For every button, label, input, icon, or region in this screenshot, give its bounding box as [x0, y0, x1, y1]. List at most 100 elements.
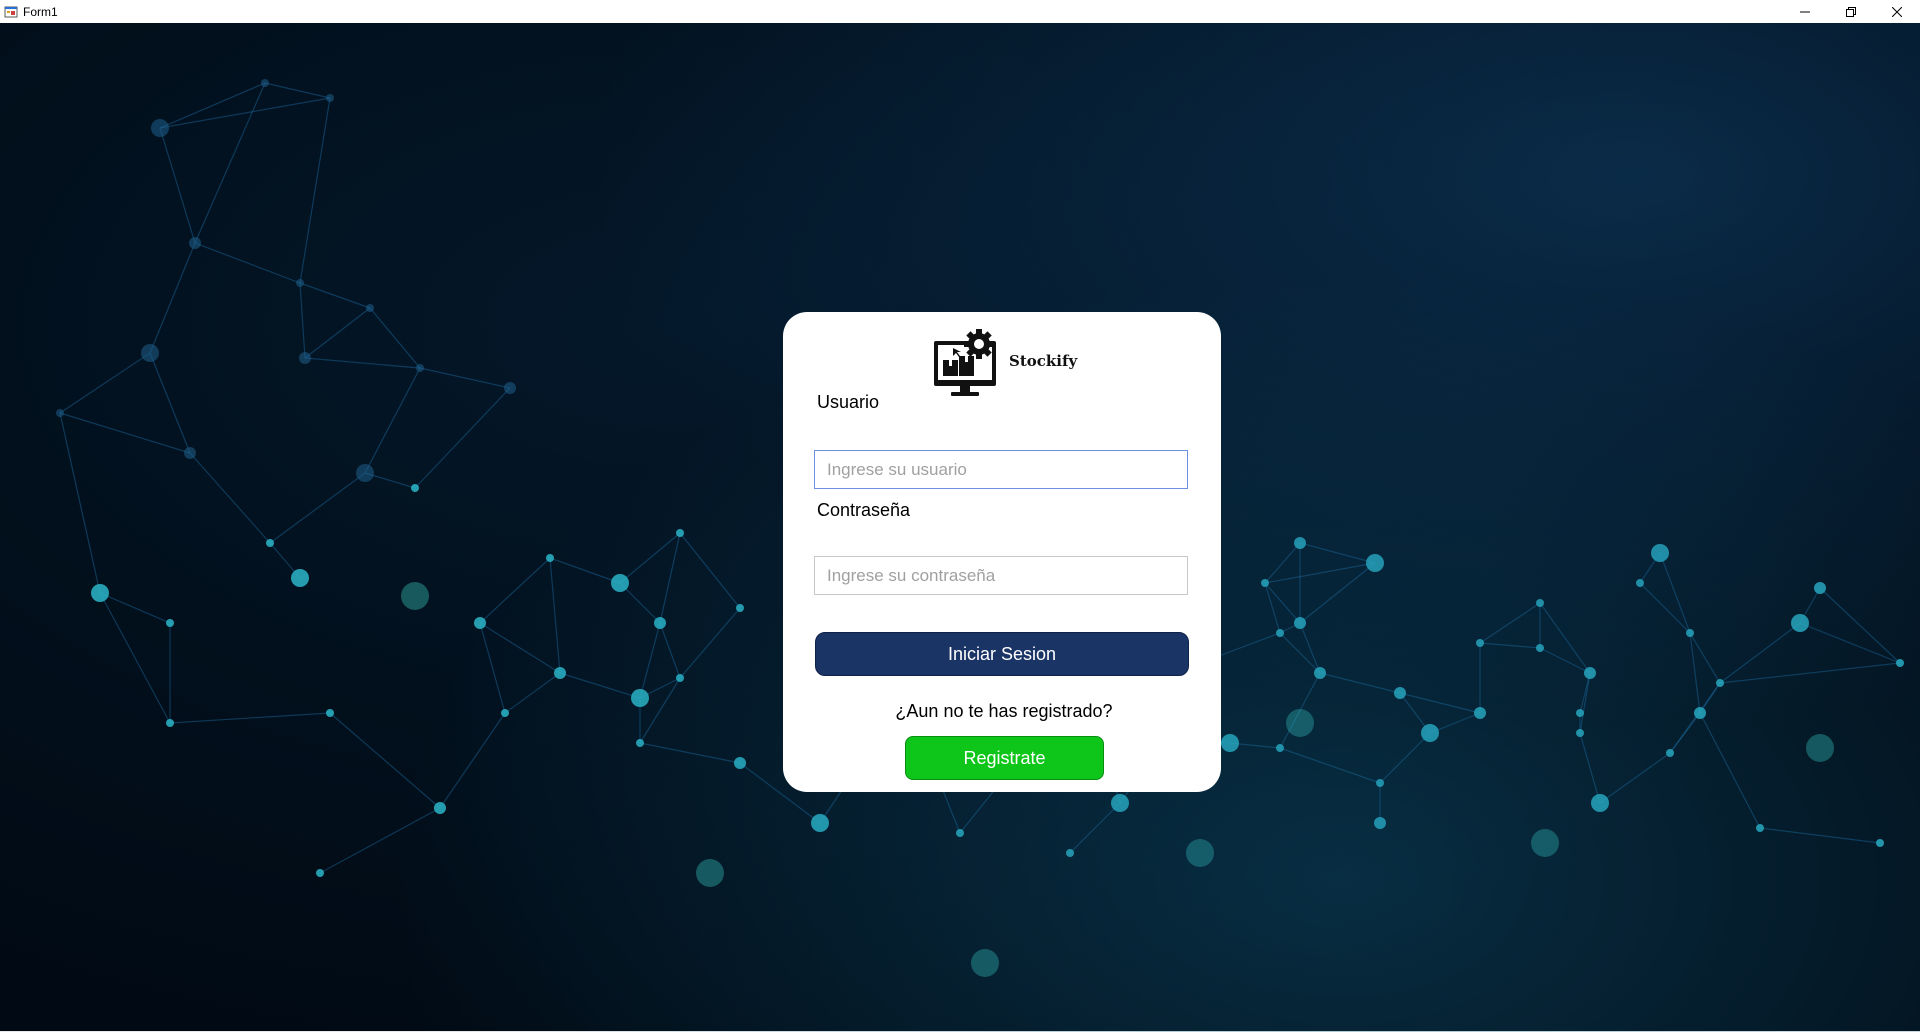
network-link: [549, 557, 561, 674]
network-link: [159, 127, 196, 244]
network-node: [631, 689, 649, 707]
network-node: [501, 709, 509, 717]
username-label: Usuario: [817, 392, 880, 412]
network-node: [676, 529, 684, 537]
network-glow-node: [971, 949, 999, 977]
network-link: [1479, 602, 1541, 644]
network-link: [559, 672, 641, 699]
network-link: [149, 352, 191, 454]
network-node: [1394, 687, 1406, 699]
restore-icon: [1846, 6, 1856, 17]
network-link: [149, 242, 196, 354]
network-node: [91, 584, 109, 602]
network-node: [356, 464, 374, 482]
network-link: [1279, 747, 1381, 784]
password-input[interactable]: [814, 556, 1188, 595]
network-node: [654, 617, 666, 629]
network-link: [1299, 542, 1376, 564]
network-node: [676, 674, 684, 682]
network-link: [1539, 647, 1591, 674]
network-node: [1066, 849, 1074, 857]
network-node: [151, 119, 169, 137]
network-link: [1799, 622, 1901, 664]
network-node: [1111, 794, 1129, 812]
network-node: [1261, 579, 1269, 587]
network-node: [166, 619, 174, 627]
network-node: [141, 344, 159, 362]
network-node: [326, 709, 334, 717]
network-node: [1276, 629, 1284, 637]
network-node: [261, 79, 269, 87]
network-node: [291, 569, 309, 587]
network-node: [1536, 599, 1544, 607]
network-node: [184, 447, 196, 459]
network-link: [1379, 732, 1431, 784]
network-link: [99, 592, 171, 724]
network-link: [1579, 732, 1601, 804]
close-icon: [1892, 6, 1902, 17]
register-button[interactable]: Registrate: [905, 736, 1104, 780]
network-link: [299, 282, 371, 309]
monitor-with-boxes-and-gear-icon: [934, 329, 996, 396]
network-link: [189, 452, 271, 544]
background-panel: Stockify Usuario Contraseña Iniciar Sesi…: [0, 23, 1920, 1032]
network-node: [326, 94, 334, 102]
network-node: [1366, 554, 1384, 572]
username-input[interactable]: [814, 450, 1188, 489]
close-button[interactable]: [1874, 0, 1920, 23]
network-link: [659, 622, 681, 679]
network-link: [679, 532, 741, 609]
network-link: [1069, 802, 1121, 854]
network-link: [1659, 552, 1691, 634]
network-link: [1264, 582, 1301, 624]
app-window: Form1 Stockify Usuario Ingrese su usuari…: [0, 0, 1920, 1032]
network-node: [434, 802, 446, 814]
network-link: [1639, 582, 1691, 634]
network-link: [304, 357, 421, 369]
network-link: [59, 412, 191, 454]
network-link: [414, 387, 511, 489]
network-glow-node: [1531, 829, 1559, 857]
network-node: [366, 304, 374, 312]
network-link: [419, 367, 511, 389]
network-link: [299, 97, 331, 284]
network-node: [1666, 749, 1674, 757]
network-link: [549, 557, 621, 584]
network-link: [59, 352, 151, 414]
network-node: [1294, 537, 1306, 549]
network-node: [1576, 729, 1584, 737]
network-link: [1759, 827, 1881, 844]
network-node: [56, 409, 64, 417]
minimize-button[interactable]: [1782, 0, 1828, 23]
brand-name: Stockify: [1009, 352, 1078, 370]
network-link: [159, 97, 331, 129]
network-node: [1314, 667, 1326, 679]
network-link: [194, 82, 266, 244]
network-link: [369, 307, 421, 369]
network-node: [166, 719, 174, 727]
network-node: [1814, 582, 1826, 594]
network-link: [1699, 712, 1761, 829]
network-link: [1599, 752, 1671, 804]
window-title: Form1: [23, 4, 58, 19]
network-node: [1791, 614, 1809, 632]
network-link: [319, 807, 441, 874]
network-link: [304, 307, 371, 359]
network-link: [679, 607, 741, 679]
network-link: [59, 412, 101, 594]
network-link: [364, 367, 421, 474]
network-link: [479, 557, 551, 624]
network-node: [1294, 617, 1306, 629]
maximize-button[interactable]: [1828, 0, 1874, 23]
network-node: [416, 364, 424, 372]
network-node: [1421, 724, 1439, 742]
network-link: [504, 672, 561, 714]
network-link: [299, 282, 306, 359]
network-node: [474, 617, 486, 629]
network-node: [266, 539, 274, 547]
network-node: [1221, 734, 1239, 752]
network-node: [611, 574, 629, 592]
login-button[interactable]: Iniciar Sesion: [815, 632, 1189, 676]
network-node: [504, 382, 516, 394]
network-link: [1264, 582, 1281, 634]
